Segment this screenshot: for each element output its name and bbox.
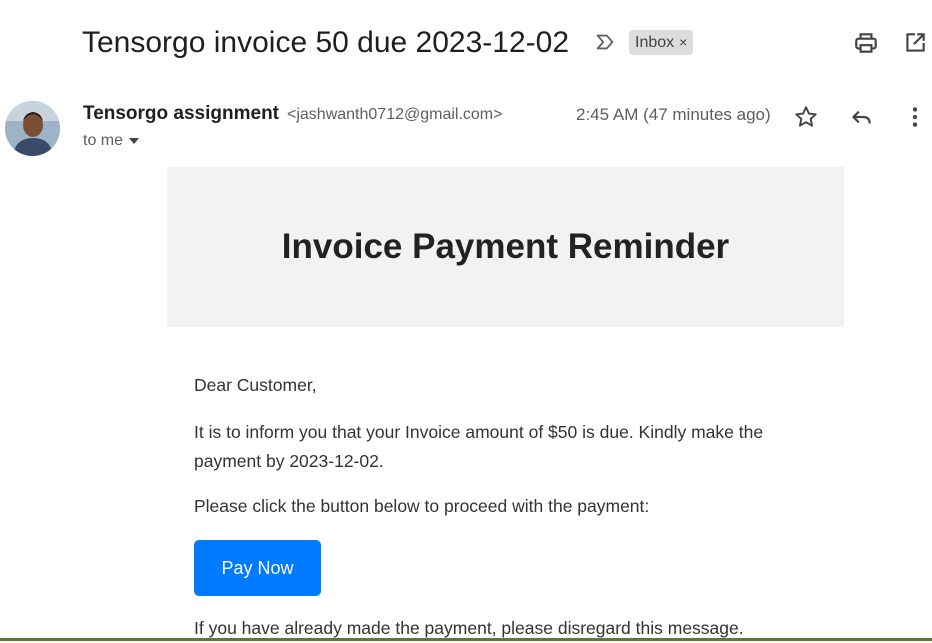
print-icon[interactable] — [853, 30, 879, 56]
reply-icon[interactable] — [848, 104, 874, 130]
email-body-heading: Invoice Payment Reminder — [281, 227, 730, 266]
caret-down-icon — [129, 137, 140, 144]
label-importance-icon[interactable] — [594, 31, 616, 53]
remove-label-button[interactable]: × — [679, 34, 687, 50]
sender-email: <jashwanth0712@gmail.com> — [287, 106, 503, 123]
invoice-paragraph: It is to inform you that your Invoice am… — [194, 422, 764, 471]
more-vert-icon[interactable] — [902, 104, 928, 130]
inbox-label-chip: Inbox × — [629, 30, 694, 55]
recipient-details-toggle[interactable]: to me — [83, 132, 140, 150]
email-timestamp: 2:45 AM (47 minutes ago) — [576, 105, 771, 124]
recipient-text: to me — [83, 132, 124, 149]
sender-name: Tensorgo assignment — [83, 103, 280, 124]
email-subject: Tensorgo invoice 50 due 2023-12-02 — [82, 26, 570, 59]
sender-avatar[interactable] — [5, 101, 60, 156]
email-body-header: Invoice Payment Reminder — [167, 167, 844, 327]
star-icon[interactable] — [793, 104, 819, 130]
avatar-photo-icon — [5, 101, 60, 156]
instruction-paragraph: Please click the button below to proceed… — [194, 496, 650, 516]
open-in-new-window-icon[interactable] — [902, 30, 928, 56]
inbox-label-text: Inbox — [635, 34, 675, 51]
greeting-text: Dear Customer, — [194, 375, 317, 395]
pay-now-button[interactable]: Pay Now — [194, 540, 321, 596]
